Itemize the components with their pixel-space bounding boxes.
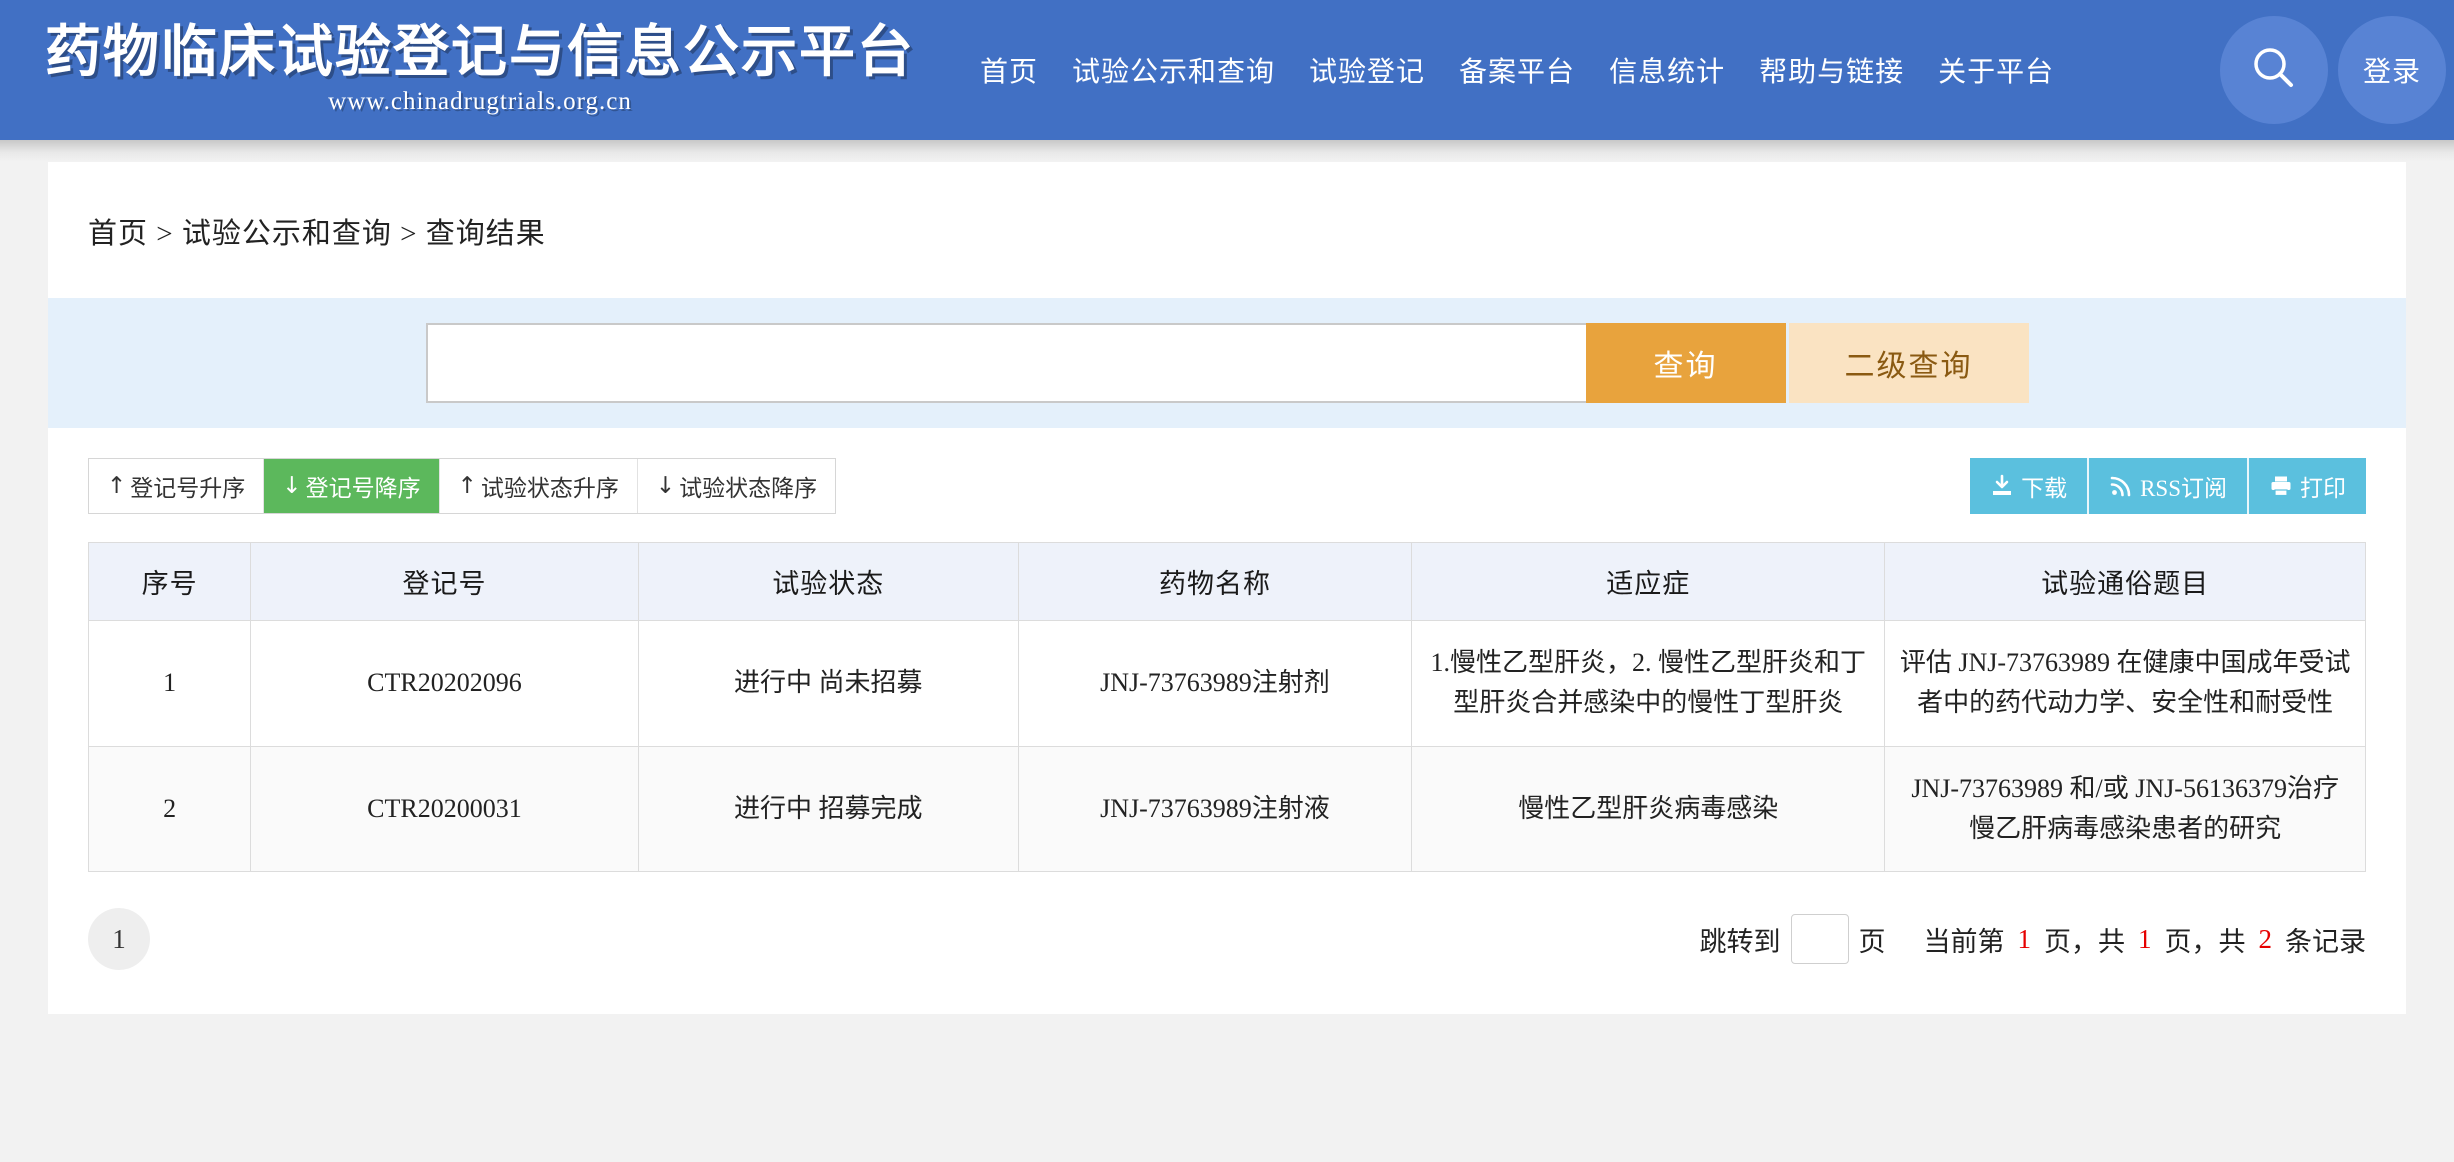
summary-suffix: 条记录 — [2285, 920, 2366, 959]
nav-item-statistics[interactable]: 信息统计 — [1609, 50, 1725, 90]
site-header: 药物临床试验登记与信息公示平台 www.chinadrugtrials.org.… — [0, 0, 2454, 140]
summary-mid2: 页，共 — [2165, 920, 2246, 959]
site-brand: 药物临床试验登记与信息公示平台 www.chinadrugtrials.org.… — [40, 24, 920, 117]
arrow-up-icon: ↑ — [107, 473, 126, 499]
table-header-row: 序号 登记号 试验状态 药物名称 适应症 试验通俗题目 — [89, 543, 2366, 621]
jump-to-label: 跳转到 — [1700, 920, 1781, 959]
print-label: 打印 — [2300, 469, 2346, 503]
cell-indication: 1.慢性乙型肝炎，2. 慢性乙型肝炎和丁型肝炎合并感染中的慢性丁型肝炎 — [1412, 621, 1885, 747]
cell-title: JNJ-73763989 和/或 JNJ-56136379治疗慢乙肝病毒感染患者… — [1885, 746, 2366, 872]
cell-regno[interactable]: CTR20200031 — [251, 746, 639, 872]
table-row[interactable]: 2 CTR20200031 进行中 招募完成 JNJ-73763989注射液 慢… — [89, 746, 2366, 872]
nav-item-about[interactable]: 关于平台 — [1938, 50, 2054, 90]
rss-icon — [2109, 474, 2133, 498]
cell-status: 进行中 招募完成 — [638, 746, 1018, 872]
pagination-summary: 跳转到 页 当前第 1 页，共 1 页，共 2 条记录 — [1700, 914, 2367, 964]
results-table: 序号 登记号 试验状态 药物名称 适应症 试验通俗题目 1 CTR2020209… — [88, 542, 2366, 872]
search-button[interactable] — [2220, 16, 2328, 124]
header-actions: 登录 — [2220, 16, 2446, 124]
page-unit-label: 页 — [1859, 920, 1886, 959]
header-shadow-divider — [0, 140, 2454, 162]
th-regno: 登记号 — [251, 543, 639, 621]
nav-item-trial-disclosure[interactable]: 试验公示和查询 — [1072, 50, 1275, 90]
th-status: 试验状态 — [638, 543, 1018, 621]
cell-index: 1 — [89, 621, 251, 747]
search-group: 查询 二级查询 — [426, 323, 2029, 403]
arrow-down-icon: ↓ — [282, 473, 301, 499]
sort-regno-desc-button[interactable]: ↓ 登记号降序 — [264, 459, 439, 513]
rss-label: RSS订阅 — [2140, 469, 2227, 503]
brand-title: 药物临床试验登记与信息公示平台 — [40, 24, 920, 83]
cell-title: 评估 JNJ-73763989 在健康中国成年受试者中的药代动力学、安全性和耐受… — [1885, 621, 2366, 747]
nav-item-home[interactable]: 首页 — [980, 50, 1038, 90]
search-input[interactable] — [426, 323, 1586, 403]
cell-drug: JNJ-73763989注射液 — [1018, 746, 1412, 872]
cell-drug: JNJ-73763989注射剂 — [1018, 621, 1412, 747]
th-indication: 适应症 — [1412, 543, 1885, 621]
login-label: 登录 — [2363, 50, 2421, 90]
breadcrumb-panel: 首页 > 试验公示和查询 > 查询结果 — [48, 162, 2406, 298]
download-button[interactable]: 下载 — [1970, 458, 2089, 514]
summary-mid1: 页，共 — [2044, 920, 2125, 959]
sort-status-desc-label: 试验状态降序 — [679, 469, 817, 503]
rss-button[interactable]: RSS订阅 — [2089, 458, 2249, 514]
table-body: 1 CTR20202096 进行中 尚未招募 JNJ-73763989注射剂 1… — [89, 621, 2366, 872]
cell-index: 2 — [89, 746, 251, 872]
sort-status-asc-button[interactable]: ↑ 试验状态升序 — [440, 459, 638, 513]
sort-button-group: ↑ 登记号升序 ↓ 登记号降序 ↑ 试验状态升序 ↓ 试验状态降序 — [88, 458, 836, 514]
total-pages-number: 1 — [2135, 924, 2155, 955]
login-button[interactable]: 登录 — [2338, 16, 2446, 124]
cell-status: 进行中 尚未招募 — [638, 621, 1018, 747]
brand-url: www.chinadrugtrials.org.cn — [40, 88, 920, 116]
sort-regno-desc-label: 登记号降序 — [306, 469, 421, 503]
page-number-1-button[interactable]: 1 — [88, 908, 150, 970]
jump-page-input[interactable] — [1791, 914, 1849, 964]
print-icon — [2269, 474, 2293, 498]
main-nav: 首页 试验公示和查询 试验登记 备案平台 信息统计 帮助与链接 关于平台 — [980, 50, 2220, 90]
sort-regno-asc-button[interactable]: ↑ 登记号升序 — [89, 459, 264, 513]
arrow-up-icon: ↑ — [458, 473, 477, 499]
th-drug: 药物名称 — [1018, 543, 1412, 621]
nav-item-trial-registration[interactable]: 试验登记 — [1309, 50, 1425, 90]
nav-item-help-links[interactable]: 帮助与链接 — [1759, 50, 1904, 90]
download-label: 下载 — [2021, 469, 2067, 503]
total-records-number: 2 — [2256, 924, 2276, 955]
cell-indication: 慢性乙型肝炎病毒感染 — [1412, 746, 1885, 872]
results-panel: ↑ 登记号升序 ↓ 登记号降序 ↑ 试验状态升序 ↓ 试验状态降序 — [48, 428, 2406, 872]
download-icon — [1990, 474, 2014, 498]
summary-prefix: 当前第 — [1924, 920, 2005, 959]
sort-status-desc-button[interactable]: ↓ 试验状态降序 — [638, 459, 835, 513]
th-title: 试验通俗题目 — [1885, 543, 2366, 621]
sort-status-asc-label: 试验状态升序 — [481, 469, 619, 503]
pagination: 1 跳转到 页 当前第 1 页，共 1 页，共 2 条记录 — [48, 872, 2406, 1014]
query-button[interactable]: 查询 — [1586, 323, 1786, 403]
results-toolbar: ↑ 登记号升序 ↓ 登记号降序 ↑ 试验状态升序 ↓ 试验状态降序 — [88, 458, 2366, 514]
arrow-down-icon: ↓ — [656, 473, 675, 499]
sort-regno-asc-label: 登记号升序 — [130, 469, 245, 503]
table-head: 序号 登记号 试验状态 药物名称 适应症 试验通俗题目 — [89, 543, 2366, 621]
search-icon — [2246, 40, 2302, 101]
breadcrumb[interactable]: 首页 > 试验公示和查询 > 查询结果 — [48, 162, 2406, 298]
search-band: 查询 二级查询 — [48, 298, 2406, 428]
cell-regno[interactable]: CTR20202096 — [251, 621, 639, 747]
th-index: 序号 — [89, 543, 251, 621]
secondary-query-button[interactable]: 二级查询 — [1789, 323, 2029, 403]
current-page-number: 1 — [2015, 924, 2035, 955]
nav-item-filing-platform[interactable]: 备案平台 — [1459, 50, 1575, 90]
print-button[interactable]: 打印 — [2249, 458, 2366, 514]
page-wrap: 首页 > 试验公示和查询 > 查询结果 查询 二级查询 ↑ 登记号升序 ↓ 登记… — [0, 162, 2454, 1014]
table-row[interactable]: 1 CTR20202096 进行中 尚未招募 JNJ-73763989注射剂 1… — [89, 621, 2366, 747]
action-button-group: 下载 RSS订阅 — [1970, 458, 2366, 514]
